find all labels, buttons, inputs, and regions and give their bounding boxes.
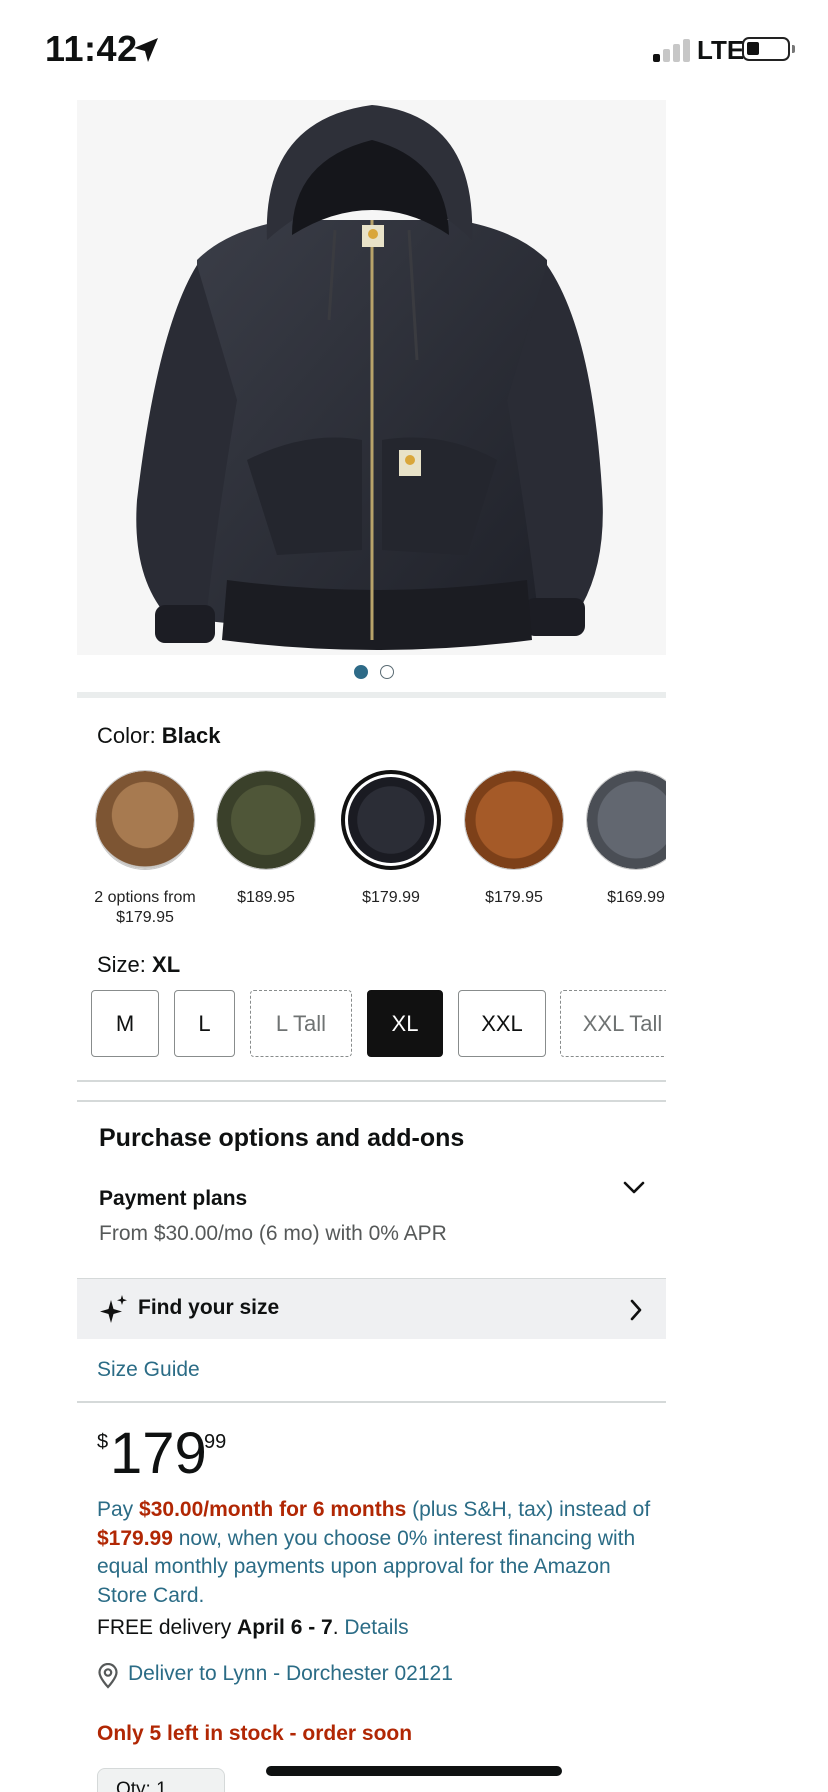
financing-text: Pay [97, 1498, 140, 1521]
section-divider [77, 692, 666, 698]
size-option-xl[interactable]: XL [367, 990, 443, 1057]
stock-status: Only 5 left in stock - order soon [97, 1722, 413, 1745]
financing-text: (plus S&H, tax) instead of [406, 1498, 651, 1521]
find-your-size-button[interactable]: Find your size [77, 1278, 666, 1339]
financing-monthly: $30.00/month for 6 months [139, 1498, 407, 1521]
product-image[interactable] [77, 100, 666, 655]
chevron-down-icon[interactable] [622, 1176, 646, 1198]
size-option-m[interactable]: M [91, 990, 159, 1057]
purchase-options-title: Purchase options and add-ons [99, 1124, 465, 1152]
financing-total: $179.99 [97, 1526, 173, 1550]
home-indicator[interactable] [266, 1766, 562, 1776]
battery-icon [742, 37, 795, 61]
color-label-prefix: Color: [97, 723, 162, 748]
swatch-price-sub: $179.95 [116, 909, 174, 926]
price-whole: 179 [110, 1421, 207, 1486]
chevron-right-icon [630, 1299, 642, 1321]
network-type: LTE [697, 35, 745, 65]
jacket-illustration [136, 105, 603, 650]
carousel-dots [0, 665, 828, 681]
size-label-prefix: Size: [97, 952, 153, 977]
sparkle-icon [100, 1295, 127, 1323]
payment-plans-subtitle: From $30.00/mo (6 mo) with 0% APR [99, 1222, 447, 1245]
swatch-price: 2 options from [94, 889, 196, 906]
color-swatch-gray[interactable]: $169.99 [581, 770, 666, 908]
size-option-l-tall[interactable]: L Tall [250, 990, 352, 1057]
size-option-xxl[interactable]: XXL [458, 990, 546, 1057]
delivery-dates: April 6 - 7 [237, 1616, 333, 1639]
color-swatch-brown[interactable]: 2 options from $179.95 [90, 770, 200, 928]
deliver-to-text: Deliver to Lynn - Dorchester 02121 [128, 1662, 453, 1685]
color-swatch-green[interactable]: $189.95 [211, 770, 321, 908]
delivery-info: FREE delivery April 6 - 7. Details [97, 1616, 409, 1640]
size-option-l[interactable]: L [174, 990, 235, 1057]
selected-size-name: XL [152, 952, 181, 977]
location-arrow-icon [134, 38, 158, 62]
color-swatch-rust[interactable]: $179.95 [459, 770, 569, 908]
divider [77, 1100, 666, 1102]
price-fraction: 99 [204, 1431, 227, 1453]
cellular-signal-icon [653, 36, 693, 62]
size-options: M L L Tall XL XXL XXL Tall [91, 990, 666, 1058]
carousel-dot-2[interactable] [380, 665, 394, 679]
financing-text: now, when you choose 0% interest financi… [97, 1526, 636, 1607]
location-pin-icon [98, 1663, 118, 1689]
swatch-price: $189.95 [237, 889, 295, 906]
quantity-label: Qty: 1 [116, 1779, 167, 1792]
price-symbol: $ [97, 1431, 109, 1453]
delivery-separator: . [332, 1616, 345, 1639]
selected-color-name: Black [161, 723, 221, 748]
find-your-size-label: Find your size [138, 1296, 280, 1319]
status-bar: 11:42 LTE [0, 0, 828, 100]
divider [77, 1401, 666, 1403]
swatch-price: $179.95 [485, 889, 543, 906]
color-swatches: 2 options from $179.95 $189.95 $179.99 $1… [90, 770, 666, 930]
delivery-prefix: FREE delivery [97, 1616, 238, 1639]
financing-offer[interactable]: Pay $30.00/month for 6 months (plus S&H,… [97, 1496, 657, 1610]
divider [77, 1080, 666, 1082]
payment-plans-title: Payment plans [99, 1187, 248, 1210]
swatch-price: $179.99 [362, 889, 420, 906]
color-swatch-black[interactable]: $179.99 [336, 770, 446, 908]
status-time: 11:42 [45, 28, 138, 69]
size-option-xxl-tall[interactable]: XXL Tall [560, 990, 666, 1057]
size-guide-link[interactable]: Size Guide [97, 1358, 200, 1382]
delivery-details-link[interactable]: Details [344, 1616, 408, 1639]
size-label: Size: XL [97, 952, 180, 978]
quantity-dropdown[interactable]: Qty: 1 [97, 1768, 225, 1792]
carousel-dot-1[interactable] [354, 665, 368, 679]
color-label: Color: Black [97, 723, 221, 749]
swatch-price: $169.99 [607, 889, 665, 906]
